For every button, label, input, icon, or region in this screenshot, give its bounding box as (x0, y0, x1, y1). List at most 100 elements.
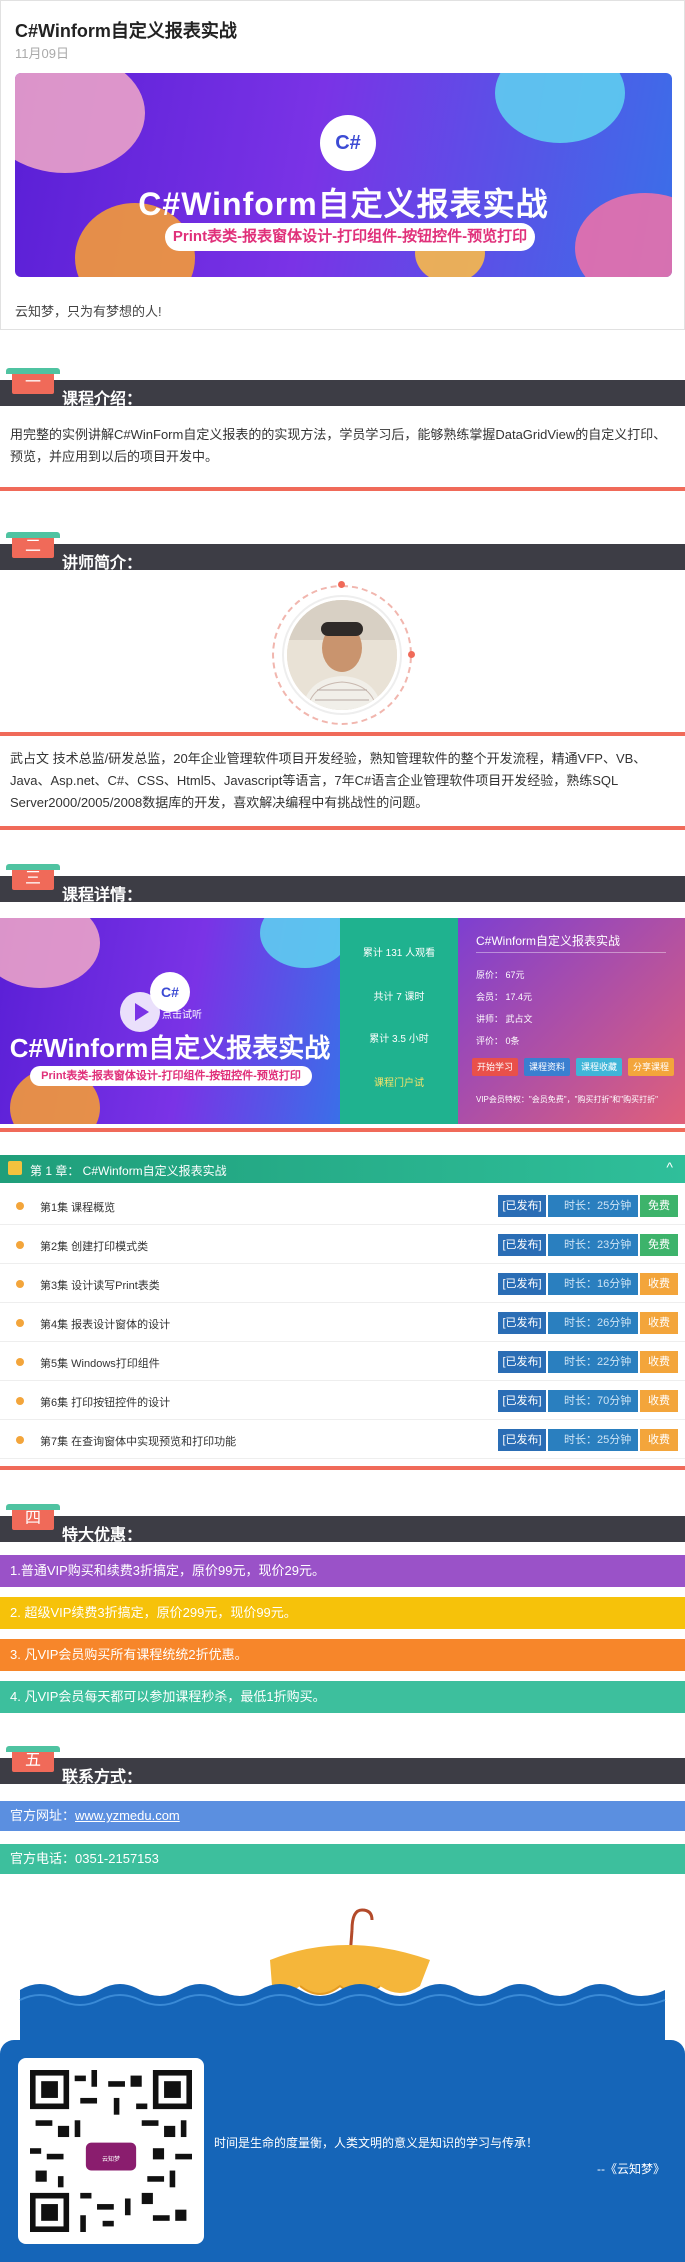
bullet-icon (16, 1358, 24, 1366)
lesson-row[interactable]: 第2集 创建打印模式类 [已发布] 时长：23分钟 免费 (0, 1226, 685, 1264)
lesson-row[interactable]: 第3集 设计读写Print表类 [已发布] 时长：16分钟 收费 (0, 1265, 685, 1303)
lesson-row[interactable]: 第4集 报表设计窗体的设计 [已发布] 时长：26分钟 收费 (0, 1304, 685, 1342)
detail-banner-title: C#Winform自定义报表实战 (9, 1033, 331, 1063)
share-course-button[interactable]: 分享课程 (628, 1058, 674, 1076)
lesson-fee-badge[interactable]: 收费 (640, 1351, 678, 1373)
section-header-details: 三 课程详情： (0, 864, 685, 904)
card-teacher: 讲师： 武占文 (476, 1014, 533, 1024)
site-link[interactable]: www.yzmedu.com (75, 1808, 180, 1823)
course-banner-image[interactable]: C# C#Winform自定义报表实战 Print表类-报表窗体设计-打印组件-… (15, 73, 672, 277)
bullet-icon (16, 1319, 24, 1327)
section-header-contact: 五 联系方式： (0, 1746, 685, 1786)
section-header-offers: 四 特大优惠： (0, 1504, 685, 1544)
card-price: 原价： 67元 (476, 970, 525, 980)
favorite-course-button[interactable]: 课程收藏 (576, 1058, 622, 1076)
teacher-avatar (284, 597, 400, 713)
vip-note: VIP会员特权："会员免费"，"购买打折"和"购买打折" (476, 1095, 658, 1104)
article-header-card: C#Winform自定义报表实战 11月09日 C# C#Winform自定义报… (0, 0, 685, 330)
stat-hours: 累计 3.5 小时 (369, 1034, 429, 1045)
stat-lessons: 共计 7 课时 (373, 992, 425, 1003)
site-label: 官方网址： (10, 1808, 76, 1823)
banner-title: C#Winform自定义报表实战 (138, 186, 549, 222)
lesson-title[interactable]: 第2集 创建打印模式类 (40, 1238, 148, 1254)
lesson-status: [已发布] (498, 1390, 546, 1412)
lesson-title[interactable]: 第4集 报表设计窗体的设计 (40, 1316, 170, 1332)
official-phone-row: 官方电话：0351-2157153 (0, 1844, 685, 1874)
section-number: 一 (6, 368, 60, 394)
section-divider (0, 1466, 685, 1470)
lesson-fee-badge[interactable]: 免费 (640, 1234, 678, 1256)
footer-quote: 时间是生命的度量衡，人类文明的意义是知识的学习与传承！ (214, 2136, 539, 2150)
course-stats-panel: 累计 131 人观看 共计 7 课时 累计 3.5 小时 课程门户试 (340, 918, 458, 1124)
lesson-fee-badge[interactable]: 收费 (640, 1390, 678, 1412)
avatar-dot (408, 651, 415, 658)
lesson-fee-badge[interactable]: 免费 (640, 1195, 678, 1217)
qr-code-icon (30, 2070, 192, 2232)
chapter-title: 第 1 章： C#Winform自定义报表实战 (30, 1164, 227, 1178)
section-number: 五 (6, 1746, 60, 1772)
offer-item: 3. 凡VIP会员购买所有课程统统2折优惠。 (0, 1639, 685, 1671)
card-divider (476, 952, 666, 953)
banner-decoration (495, 73, 625, 143)
start-learning-button[interactable]: 开始学习 (472, 1058, 518, 1076)
lesson-title[interactable]: 第3集 设计读写Print表类 (40, 1277, 160, 1293)
lesson-fee-badge[interactable]: 收费 (640, 1312, 678, 1334)
play-label[interactable]: 点击试听 (162, 1006, 202, 1021)
lesson-row[interactable]: 第5集 Windows打印组件 [已发布] 时长：22分钟 收费 (0, 1343, 685, 1381)
lesson-title[interactable]: 第1集 课程概览 (40, 1199, 115, 1215)
teacher-avatar-frame (272, 581, 415, 725)
course-detail-image: C# 点击试听 C#Winform自定义报表实战 Print表类-报表窗体设计-… (0, 918, 685, 1124)
stat-views: 累计 131 人观看 (362, 948, 436, 959)
lesson-row[interactable]: 第6集 打印按钮控件的设计 [已发布] 时长：70分钟 收费 (0, 1382, 685, 1420)
bullet-icon (16, 1241, 24, 1249)
banner-subtitle: Print表类-报表窗体设计-打印组件-按钮控件-预览打印 (165, 223, 535, 251)
chapter-header[interactable]: 第 1 章： C#Winform自定义报表实战 ^ (0, 1155, 685, 1183)
lesson-duration: 时长：25分钟 (548, 1195, 638, 1217)
bullet-icon (16, 1436, 24, 1444)
section-label: 特大优惠： (62, 1527, 143, 1544)
lesson-title[interactable]: 第5集 Windows打印组件 (40, 1355, 160, 1371)
lesson-fee-badge[interactable]: 收费 (640, 1429, 678, 1451)
chapter-icon (8, 1161, 22, 1175)
offer-item: 4. 凡VIP会员每天都可以参加课程秒杀，最低1折购买。 (0, 1681, 685, 1713)
footer-signature: --《云知梦》 (597, 2162, 665, 2176)
collapse-chevron-icon[interactable]: ^ (666, 1159, 673, 1175)
bullet-icon (16, 1280, 24, 1288)
stat-link[interactable]: 课程门户试 (340, 1074, 458, 1089)
course-intro-text: 用完整的实例讲解C#WinForm自定义报表的的实现方法，学员学习后，能够熟练掌… (10, 427, 667, 464)
teacher-photo (287, 600, 397, 710)
page: C#Winform自定义报表实战 11月09日 C# C#Winform自定义报… (0, 0, 685, 2262)
section-header-teacher: 二 讲师简介： (0, 532, 685, 572)
offer-item: 2. 超级VIP续费3折搞定，原价299元，现价99元。 (0, 1597, 685, 1629)
lesson-status: [已发布] (498, 1234, 546, 1256)
article-date: 11月09日 (15, 46, 69, 61)
section-number: 三 (6, 864, 60, 890)
lesson-status: [已发布] (498, 1312, 546, 1334)
lesson-duration: 时长：26分钟 (548, 1312, 638, 1334)
banner-decoration (15, 73, 145, 173)
lesson-row[interactable]: 第7集 在查询窗体中实现预览和打印功能 [已发布] 时长：25分钟 收费 (0, 1421, 685, 1459)
lesson-fee-badge[interactable]: 收费 (640, 1273, 678, 1295)
official-site-row: 官方网址：www.yzmedu.com (0, 1801, 685, 1831)
avatar-dot (338, 581, 345, 588)
bullet-icon (16, 1202, 24, 1210)
play-icon[interactable] (120, 992, 160, 1032)
article-title: C#Winform自定义报表实战 (15, 21, 237, 41)
section-label: 课程介绍： (62, 391, 143, 408)
lesson-duration: 时长：23分钟 (548, 1234, 638, 1256)
bullet-icon (16, 1397, 24, 1405)
course-materials-button[interactable]: 课程资料 (524, 1058, 570, 1076)
banner-decoration (0, 918, 100, 988)
banner-decoration (260, 918, 340, 968)
card-rating: 评价： 0条 (476, 1036, 520, 1046)
umbrella-icon (19, 1908, 666, 2040)
lesson-status: [已发布] (498, 1351, 546, 1373)
section-number: 二 (6, 532, 60, 558)
section-divider (0, 732, 685, 736)
offer-item: 1.普通VIP购买和续费3折搞定，原价99元，现价29元。 (0, 1555, 685, 1587)
course-preview-player[interactable]: C# 点击试听 C#Winform自定义报表实战 Print表类-报表窗体设计-… (0, 918, 340, 1124)
lesson-title[interactable]: 第7集 在查询窗体中实现预览和打印功能 (40, 1433, 236, 1449)
lesson-title[interactable]: 第6集 打印按钮控件的设计 (40, 1394, 170, 1410)
lesson-row[interactable]: 第1集 课程概览 [已发布] 时长：25分钟 免费 (0, 1187, 685, 1225)
section-label: 课程详情： (62, 887, 143, 904)
